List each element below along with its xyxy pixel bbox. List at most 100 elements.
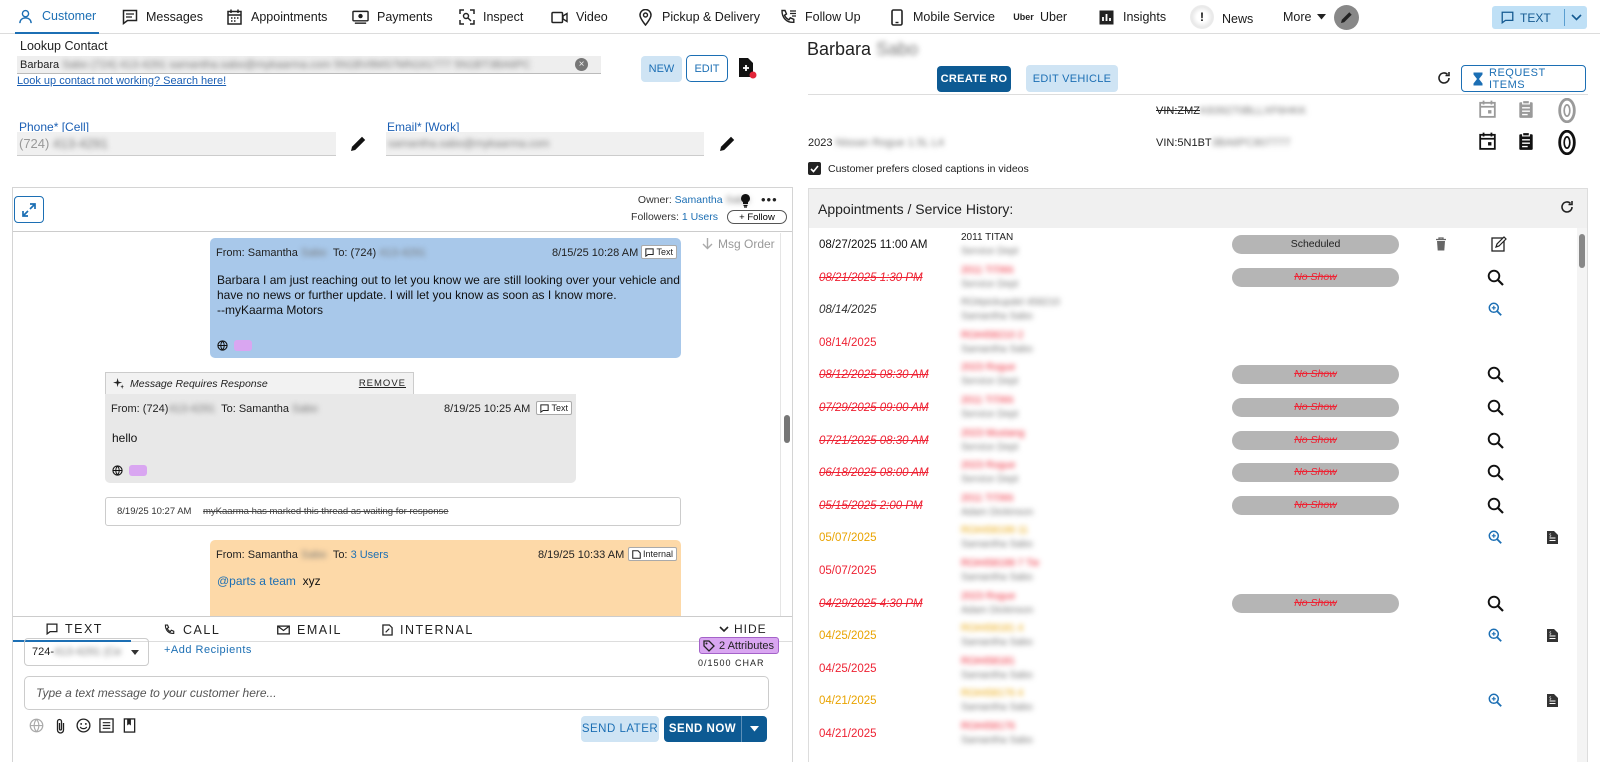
nav-appointments[interactable]: Appointments	[226, 0, 327, 34]
history-row[interactable]: 08/27/2025 11:00 AM 2011 TITAN Service Dep…	[809, 228, 1577, 261]
more-options-icon[interactable]: •••	[761, 192, 778, 207]
edit-note-icon[interactable]	[1491, 236, 1507, 252]
nav-customer[interactable]: Customer	[15, 0, 99, 34]
request-items-button[interactable]: REQUEST ITEMS	[1461, 65, 1586, 92]
lightbulb-icon[interactable]	[740, 193, 751, 208]
scrollbar-thumb[interactable]	[784, 415, 790, 443]
email-field[interactable]: samantha.sabo@mykaarma.com	[386, 132, 704, 156]
history-row[interactable]: 08/12/2025 08:30 AM 2023 Rogue Service Dep…	[809, 358, 1577, 391]
globe-icon[interactable]	[29, 718, 44, 733]
caret-down-icon[interactable]	[742, 726, 767, 732]
invoice-icon[interactable]: $	[1546, 693, 1559, 708]
nav-follow-up[interactable]: Follow Up	[780, 0, 861, 34]
tag-icon[interactable]	[234, 340, 252, 351]
vehicle-row[interactable]: VIN:ZMZK839270BLLXF6HKK	[808, 95, 1588, 127]
tire-icon[interactable]	[1558, 98, 1576, 123]
add-recipients-link[interactable]: +Add Recipients	[164, 644, 252, 656]
scrollbar-thumb[interactable]	[1579, 234, 1585, 268]
nav-mobile-service[interactable]: Mobile Service	[888, 0, 995, 34]
message-bubble-inbound[interactable]: From: (724) 413-4291 To: Samantha Sabo 8…	[105, 394, 576, 483]
msg-order-toggle[interactable]: Msg Order	[702, 237, 775, 251]
history-row[interactable]: 05/07/2025 RO#458199 7 Tie Samantha Sabo	[809, 554, 1577, 587]
tire-icon[interactable]	[1558, 130, 1576, 155]
checkbox-checked-icon[interactable]	[808, 162, 821, 175]
message-bubble-internal[interactable]: From: Samantha Sabo To: 3 Users 8/19/25 …	[210, 540, 681, 616]
thread-scrollbar[interactable]	[780, 233, 792, 616]
nav-insights[interactable]: Insights	[1098, 0, 1166, 34]
clipboard-icon[interactable]	[1518, 100, 1534, 119]
nav-more[interactable]: More	[1283, 0, 1327, 34]
message-input[interactable]: Type a text message to your customer her…	[24, 676, 769, 710]
lookup-help-link[interactable]: Look up contact not working? Search here…	[17, 75, 226, 87]
message-bubble-outbound[interactable]: From: Samantha Sabo To: (724) 413-4291 8…	[210, 238, 681, 358]
attributes-badge[interactable]: 2 Attributes	[699, 637, 779, 654]
search-icon[interactable]	[1487, 432, 1504, 449]
edit-email-pencil-icon[interactable]	[718, 135, 736, 153]
remove-flag-button[interactable]: REMOVE	[359, 378, 406, 389]
search-icon[interactable]	[1487, 399, 1504, 416]
history-row[interactable]: 05/15/2025 2:00 PM 2011 TITAN Adam Dickins…	[809, 489, 1577, 522]
history-row[interactable]: 08/14/2025 RO#458210 2 Samantha Sabo	[809, 326, 1577, 359]
search-icon[interactable]	[1487, 595, 1504, 612]
history-row[interactable]: 04/21/2025 RO#458176 Samantha Sabo	[809, 717, 1577, 750]
closed-captions-option[interactable]: Customer prefers closed captions in vide…	[808, 162, 1029, 175]
send-now-label[interactable]: SEND NOW	[664, 723, 741, 735]
phone-field[interactable]: (724) 413-4291	[17, 132, 336, 156]
send-now-button[interactable]: SEND NOW	[664, 716, 767, 742]
followers-link[interactable]: 1 Users	[682, 211, 718, 223]
text-mode-button[interactable]: TEXT	[1492, 11, 1564, 25]
refresh-icon[interactable]	[1437, 71, 1451, 85]
owner-link[interactable]: Samantha	[675, 194, 723, 206]
nav-inspect[interactable]: Inspect	[458, 0, 523, 34]
new-contact-button[interactable]: NEW	[641, 56, 682, 82]
to-users-link[interactable]: 3 Users	[351, 549, 389, 561]
search-icon[interactable]	[1487, 497, 1504, 514]
follow-button[interactable]: + Follow	[727, 210, 787, 224]
tab-internal[interactable]: INTERNAL	[382, 617, 474, 642]
edit-pencil-button[interactable]	[1334, 5, 1359, 30]
create-ro-button[interactable]: CREATE RO	[937, 66, 1011, 92]
history-row[interactable]: 05/07/2025 RO#458199 11 Samantha Sabo $	[809, 521, 1577, 554]
zoom-in-icon[interactable]	[1488, 693, 1502, 708]
globe-icon[interactable]	[217, 340, 228, 351]
edit-vehicle-button[interactable]: EDIT VEHICLE	[1026, 65, 1118, 92]
globe-icon[interactable]	[112, 465, 123, 476]
tag-icon[interactable]	[129, 465, 147, 476]
history-row[interactable]: 08/14/2025 RO#pickupdel 458210 Samantha Sa…	[809, 293, 1577, 326]
clear-icon[interactable]: ×	[575, 58, 588, 71]
nav-video[interactable]: Video	[551, 0, 608, 34]
history-row[interactable]: 06/18/2025 08:00 AM 2023 Rogue Service Dep…	[809, 456, 1577, 489]
nav-pickup-delivery[interactable]: Pickup & Delivery	[637, 0, 760, 34]
history-row[interactable]: 07/21/2025 08:30 AM 2023 Mustang Service D…	[809, 424, 1577, 457]
history-row[interactable]: 04/25/2025 RO#458181 4 Samantha Sabo $	[809, 619, 1577, 652]
trash-icon[interactable]	[1435, 237, 1447, 251]
history-row[interactable]: 04/25/2025 RO#458181 Samantha Sabo	[809, 652, 1577, 685]
zoom-in-icon[interactable]	[1488, 302, 1502, 317]
bookmark-icon[interactable]	[123, 718, 136, 733]
expand-button[interactable]	[14, 196, 44, 223]
phone-number-select[interactable]: 724- 413-4291 (Ce	[24, 638, 149, 666]
history-row[interactable]: 08/21/2025 1:30 PM 2011 TITAN Service Dept…	[809, 261, 1577, 294]
vehicle-row[interactable]: 2023 Nissan Rogue 1.5L L4 VIN:5N1BT3BA6P…	[808, 127, 1588, 159]
zoom-in-icon[interactable]	[1488, 530, 1502, 545]
search-icon[interactable]	[1487, 269, 1504, 286]
calendar-icon[interactable]	[1479, 132, 1496, 150]
nav-news[interactable]: ! News	[1190, 0, 1253, 34]
edit-contact-button[interactable]: EDIT	[686, 55, 728, 82]
history-row[interactable]: 04/21/2025 RO#458176 4 Samantha Sabo $	[809, 684, 1577, 717]
history-row[interactable]: 07/29/2025 09:00 AM 2011 TITAN Service Dep…	[809, 391, 1577, 424]
invoice-icon[interactable]: $	[1546, 628, 1559, 643]
paperclip-icon[interactable]	[55, 718, 66, 735]
zoom-in-icon[interactable]	[1488, 628, 1502, 643]
tab-call[interactable]: CALL	[164, 617, 220, 642]
mention-link[interactable]: @parts a team	[217, 574, 296, 588]
refresh-icon[interactable]	[1560, 200, 1574, 214]
nav-payments[interactable]: Payments	[352, 0, 433, 34]
calendar-icon[interactable]	[1479, 100, 1496, 118]
nav-uber[interactable]: Uber Uber	[1013, 0, 1067, 34]
lookup-contact-input[interactable]: Barbara Sabo (724) 413-4291 samantha.sab…	[17, 56, 601, 74]
send-later-button[interactable]: SEND LATER	[581, 716, 659, 742]
text-toggle-button[interactable]: TEXT	[1492, 6, 1587, 29]
nav-messages[interactable]: Messages	[121, 0, 203, 34]
history-row[interactable]: 04/29/2025 4:30 PM 2023 Rogue Adam Dickins…	[809, 587, 1577, 620]
